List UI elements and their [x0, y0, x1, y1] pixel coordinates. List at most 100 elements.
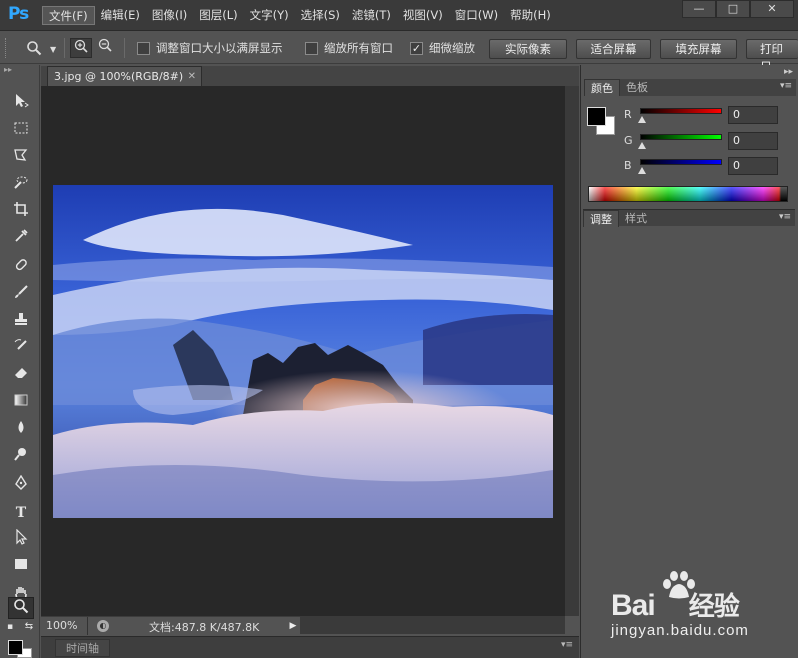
foreground-color-swatch[interactable] — [8, 640, 23, 655]
menu-filter[interactable]: 滤镜(T) — [346, 6, 397, 25]
zoom-in-icon[interactable] — [70, 38, 92, 58]
swap-colors-icon[interactable]: ⇆ — [22, 620, 36, 634]
panel-menu-icon[interactable]: ▾≡ — [561, 640, 573, 650]
slider-thumb-icon[interactable] — [638, 142, 646, 149]
actual-pixels-button[interactable]: 实际像素 — [489, 39, 567, 59]
minimize-button[interactable]: — — [682, 0, 716, 18]
checkbox-unchecked-icon[interactable] — [305, 41, 318, 55]
zoom-tool-preset-icon[interactable] — [26, 40, 42, 60]
panel-menu-icon[interactable]: ▾≡ — [780, 81, 792, 91]
tab-adjustments[interactable]: 调整 — [583, 210, 619, 227]
toolbar-collapse-icon[interactable]: ▸▸ — [0, 65, 39, 77]
blue-channel-slider[interactable] — [640, 159, 722, 165]
blue-channel-label: B — [624, 159, 632, 172]
menu-type[interactable]: 文字(Y) — [244, 6, 295, 25]
brush-tool-icon[interactable] — [8, 284, 34, 306]
document-tab-title: 3.jpg @ 100%(RGB/8#) — [54, 70, 184, 83]
resize-windows-checkbox[interactable]: 调整窗口大小以满屏显示 — [137, 40, 283, 56]
checkbox-unchecked-icon[interactable] — [137, 41, 150, 55]
type-tool-icon[interactable]: T — [8, 502, 34, 524]
color-panel-tabs: 颜色 色板 ▾≡ — [584, 79, 796, 96]
path-selection-tool-icon[interactable] — [8, 528, 34, 551]
chevron-down-icon[interactable]: ▼ — [50, 45, 56, 54]
history-brush-tool-icon[interactable] — [8, 338, 34, 360]
crop-tool-icon[interactable] — [8, 201, 34, 223]
timeline-panel: 时间轴 ▾≡ — [41, 636, 579, 658]
dodge-tool-icon[interactable] — [8, 446, 34, 468]
baidu-jingyan-watermark: Bai 经验 jingyan.baidu.com — [585, 570, 795, 650]
tab-color[interactable]: 颜色 — [584, 79, 620, 96]
status-menu-arrow-icon[interactable]: ▶ — [287, 620, 299, 632]
fill-screen-button[interactable]: 填充屏幕 — [660, 39, 737, 59]
eraser-tool-icon[interactable] — [8, 365, 34, 387]
menu-edit[interactable]: 编辑(E) — [95, 6, 146, 25]
tab-styles[interactable]: 样式 — [619, 210, 653, 227]
green-channel-value[interactable]: 0 — [728, 132, 778, 150]
marquee-tool-icon[interactable] — [8, 120, 34, 142]
document-tab[interactable]: 3.jpg @ 100%(RGB/8#) ✕ — [47, 66, 202, 86]
color-panel-foreground-swatch[interactable] — [587, 107, 606, 126]
menu-window[interactable]: 窗口(W) — [449, 6, 504, 25]
fit-screen-button[interactable]: 适合屏幕 — [576, 39, 651, 59]
watermark-logo-text: Bai 经验 — [611, 589, 740, 622]
window-controls: — □ ✕ — [682, 0, 794, 18]
blur-tool-icon[interactable] — [8, 419, 34, 441]
red-channel-value[interactable]: 0 — [728, 106, 778, 124]
options-divider — [124, 38, 125, 58]
tab-swatches[interactable]: 色板 — [620, 79, 654, 96]
options-grip[interactable] — [5, 38, 8, 58]
checkmark-icon[interactable]: ✓ — [410, 41, 423, 55]
rectangle-tool-icon[interactable] — [8, 556, 34, 578]
timeline-tab[interactable]: 时间轴 — [55, 639, 110, 657]
menu-file[interactable]: 文件(F) — [42, 6, 95, 25]
menu-items: 文件(F) 编辑(E) 图像(I) 图层(L) 文字(Y) 选择(S) 滤镜(T… — [42, 6, 557, 25]
print-size-button[interactable]: 打印尺 — [746, 39, 798, 74]
quick-selection-tool-icon[interactable] — [8, 174, 34, 196]
clone-stamp-tool-icon[interactable] — [8, 311, 34, 333]
zoom-all-windows-checkbox[interactable]: 缩放所有窗口 — [305, 40, 393, 56]
red-channel-slider[interactable] — [640, 108, 722, 114]
pen-tool-icon[interactable] — [8, 474, 34, 497]
zoom-out-icon[interactable] — [94, 38, 116, 58]
gradient-tool-icon[interactable] — [8, 392, 34, 414]
panel-collapse-icon[interactable]: ▸▸ — [784, 67, 793, 77]
zoom-tool-icon[interactable] — [8, 597, 34, 619]
slider-thumb-icon[interactable] — [638, 167, 646, 174]
red-channel-label: R — [624, 108, 632, 121]
menu-select[interactable]: 选择(S) — [295, 6, 346, 25]
zoom-all-windows-label: 缩放所有窗口 — [324, 41, 393, 55]
zoom-level[interactable]: 100% — [46, 619, 77, 632]
horizontal-scrollbar[interactable] — [300, 616, 565, 634]
menu-image[interactable]: 图像(I) — [146, 6, 193, 25]
menu-view[interactable]: 视图(V) — [397, 6, 449, 25]
slider-thumb-icon[interactable] — [638, 116, 646, 123]
menu-help[interactable]: 帮助(H) — [504, 6, 557, 25]
healing-brush-tool-icon[interactable] — [8, 257, 34, 279]
move-tool-icon[interactable] — [8, 93, 34, 115]
scrubby-zoom-label: 细微缩放 — [429, 41, 475, 55]
close-icon[interactable]: ✕ — [188, 67, 196, 86]
blue-channel-row: B 0 — [624, 157, 784, 177]
color-spectrum-ramp[interactable] — [588, 186, 788, 202]
vertical-scrollbar[interactable] — [565, 86, 579, 616]
scrubby-zoom-checkbox[interactable]: ✓ 细微缩放 — [410, 40, 475, 56]
options-divider — [64, 38, 65, 58]
menu-layer[interactable]: 图层(L) — [193, 6, 243, 25]
blue-channel-value[interactable]: 0 — [728, 157, 778, 175]
document-image[interactable] — [53, 185, 553, 518]
default-colors-icon[interactable]: ▪ — [3, 620, 17, 634]
tools-panel: ▸▸ T ▪ ⇆ — [0, 65, 40, 658]
close-button[interactable]: ✕ — [750, 0, 794, 18]
status-bar: 100% ◐ 文档:487.8 K/487.8K ▶ — [41, 616, 301, 635]
adjustments-panel-tabs: 调整 样式 ▾≡ — [583, 209, 795, 227]
maximize-button[interactable]: □ — [716, 0, 750, 18]
lasso-tool-icon[interactable] — [8, 147, 34, 169]
green-channel-slider[interactable] — [640, 134, 722, 140]
eyedropper-tool-icon[interactable] — [8, 228, 34, 250]
green-channel-row: G 0 — [624, 132, 784, 152]
green-channel-label: G — [624, 134, 633, 147]
document-tab-bar: 3.jpg @ 100%(RGB/8#) ✕ — [41, 66, 579, 86]
red-channel-row: R 0 — [624, 106, 784, 126]
panel-menu-icon[interactable]: ▾≡ — [779, 212, 791, 222]
document-profile-icon[interactable]: ◐ — [97, 620, 109, 632]
